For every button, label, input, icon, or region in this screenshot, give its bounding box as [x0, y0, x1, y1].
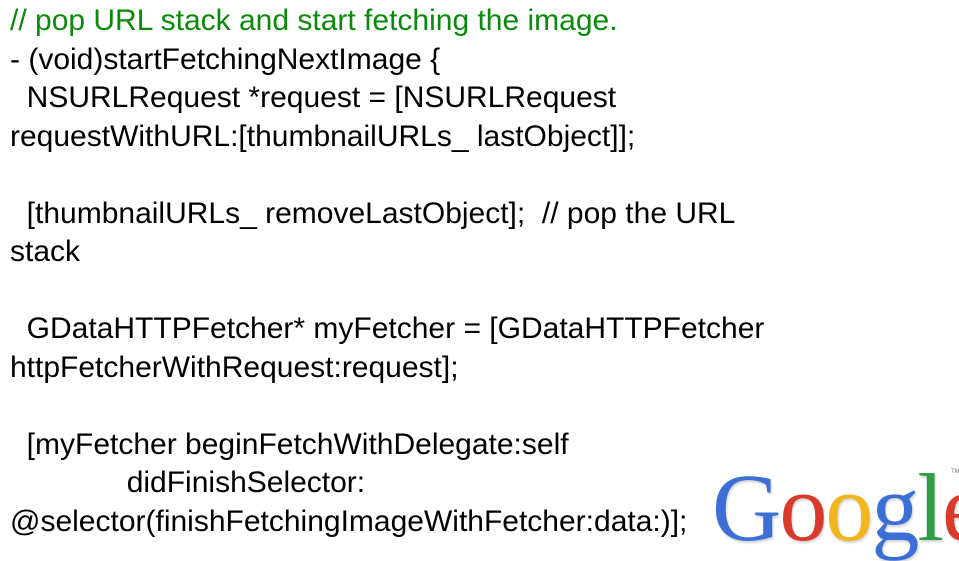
code-line: [thumbnailURLs_ removeLastObject]; // po… [10, 196, 736, 230]
code-line: requestWithURL:[thumbnailURLs_ lastObjec… [10, 119, 636, 153]
logo-letter-l: l [917, 454, 944, 561]
logo-letter-o1: o [779, 454, 827, 561]
code-line: NSURLRequest *request = [NSURLRequest [10, 81, 617, 114]
logo-letter-o2: o [825, 454, 873, 561]
code-comment-line: // pop URL stack and start fetching the … [10, 4, 618, 37]
code-line: GDataHTTPFetcher* myFetcher = [GDataHTTP… [10, 312, 765, 345]
google-logo: Google [712, 458, 959, 558]
code-line: - (void)startFetchingNextImage { [10, 42, 441, 76]
code-line: httpFetcherWithRequest:request]; [10, 350, 459, 384]
code-line: stack [10, 235, 81, 268]
trademark-mark: TM [951, 469, 959, 475]
slide: // pop URL stack and start fetching the … [0, 0, 959, 560]
logo-letter-g: G [712, 454, 781, 561]
logo-letter-g2: g [871, 454, 919, 561]
